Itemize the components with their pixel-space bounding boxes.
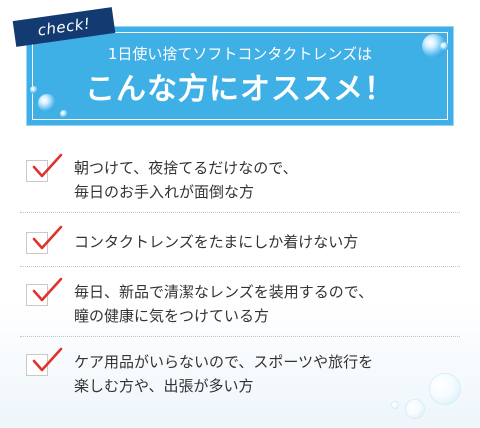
checkmark-icon	[32, 347, 63, 372]
item-text: コンタクトレンズをたまにしか着けない方	[74, 230, 454, 254]
list-item: コンタクトレンズをたまにしか着けない方	[20, 220, 460, 267]
item-text: 毎日、新品で清潔なレンズを装用するので、 瞳の健康に気をつけている方	[74, 280, 454, 328]
item-text: ケア用品がいらないので、スポーツや旅行を 楽しむ方や、出張が多い方	[74, 350, 454, 398]
water-drop-icon	[30, 86, 38, 94]
banner-subtitle: 1日使い捨てソフトコンタクトレンズは	[107, 45, 373, 63]
list-item: 毎日、新品で清潔なレンズを装用するので、 瞳の健康に気をつけている方	[20, 274, 460, 337]
water-drop-icon	[38, 94, 56, 112]
item-line: 毎日、新品で清潔なレンズを装用するので、	[74, 283, 374, 301]
list-item: ケア用品がいらないので、スポーツや旅行を 楽しむ方や、出張が多い方	[20, 344, 460, 406]
checkmark-icon	[32, 277, 63, 302]
checkmark-icon	[32, 225, 63, 250]
item-text: 朝つけて、夜捨てるだけなので、 毎日のお手入れが面倒な方	[74, 156, 454, 204]
item-line: 朝つけて、夜捨てるだけなので、	[74, 159, 298, 177]
water-drop-icon	[60, 110, 68, 118]
item-line: コンタクトレンズをたまにしか着けない方	[74, 233, 359, 251]
checkmark-icon	[32, 153, 63, 178]
banner-title: こんな方にオススメ！	[85, 72, 395, 107]
item-line: 楽しむ方や、出張が多い方	[74, 377, 254, 395]
item-line: 瞳の健康に気をつけている方	[74, 307, 270, 325]
list-item: 朝つけて、夜捨てるだけなので、 毎日のお手入れが面倒な方	[20, 150, 460, 213]
item-line: 毎日のお手入れが面倒な方	[74, 183, 255, 201]
item-line: ケア用品がいらないので、スポーツや旅行を	[74, 353, 374, 371]
water-drop-icon	[440, 42, 449, 51]
